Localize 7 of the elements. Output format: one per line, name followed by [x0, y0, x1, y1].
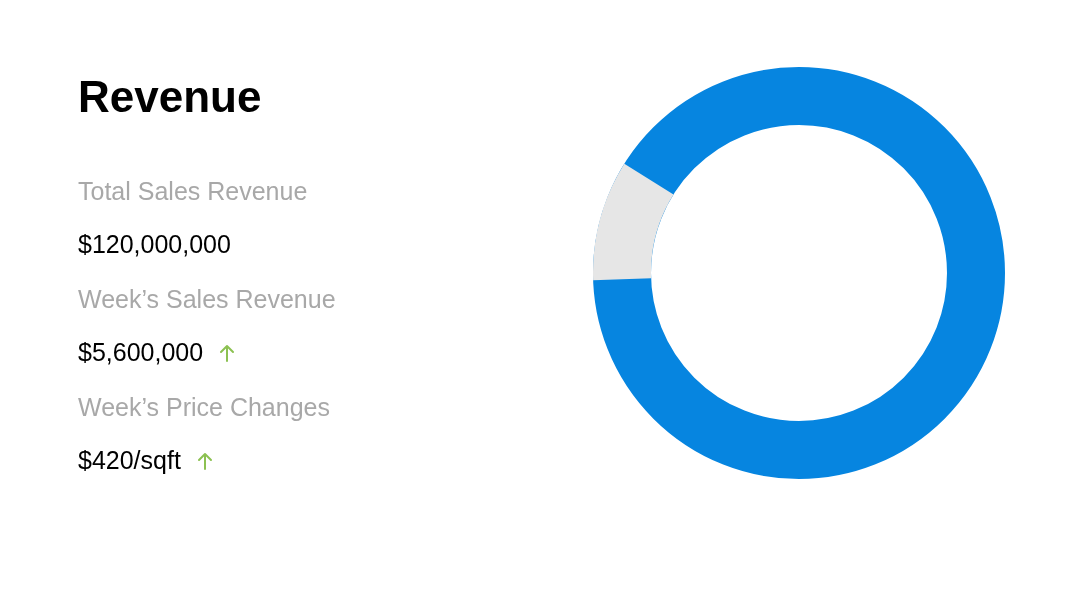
- metric-label: Total Sales Revenue: [78, 176, 308, 207]
- metric-label: Week’s Price Changes: [78, 392, 330, 423]
- metric-value: $420/sqft: [78, 445, 181, 477]
- metric-label: Week’s Sales Revenue: [78, 284, 336, 315]
- metric-value: $120,000,000: [78, 229, 231, 261]
- page-title: Revenue: [78, 71, 262, 123]
- metric-value: $5,600,000: [78, 337, 204, 369]
